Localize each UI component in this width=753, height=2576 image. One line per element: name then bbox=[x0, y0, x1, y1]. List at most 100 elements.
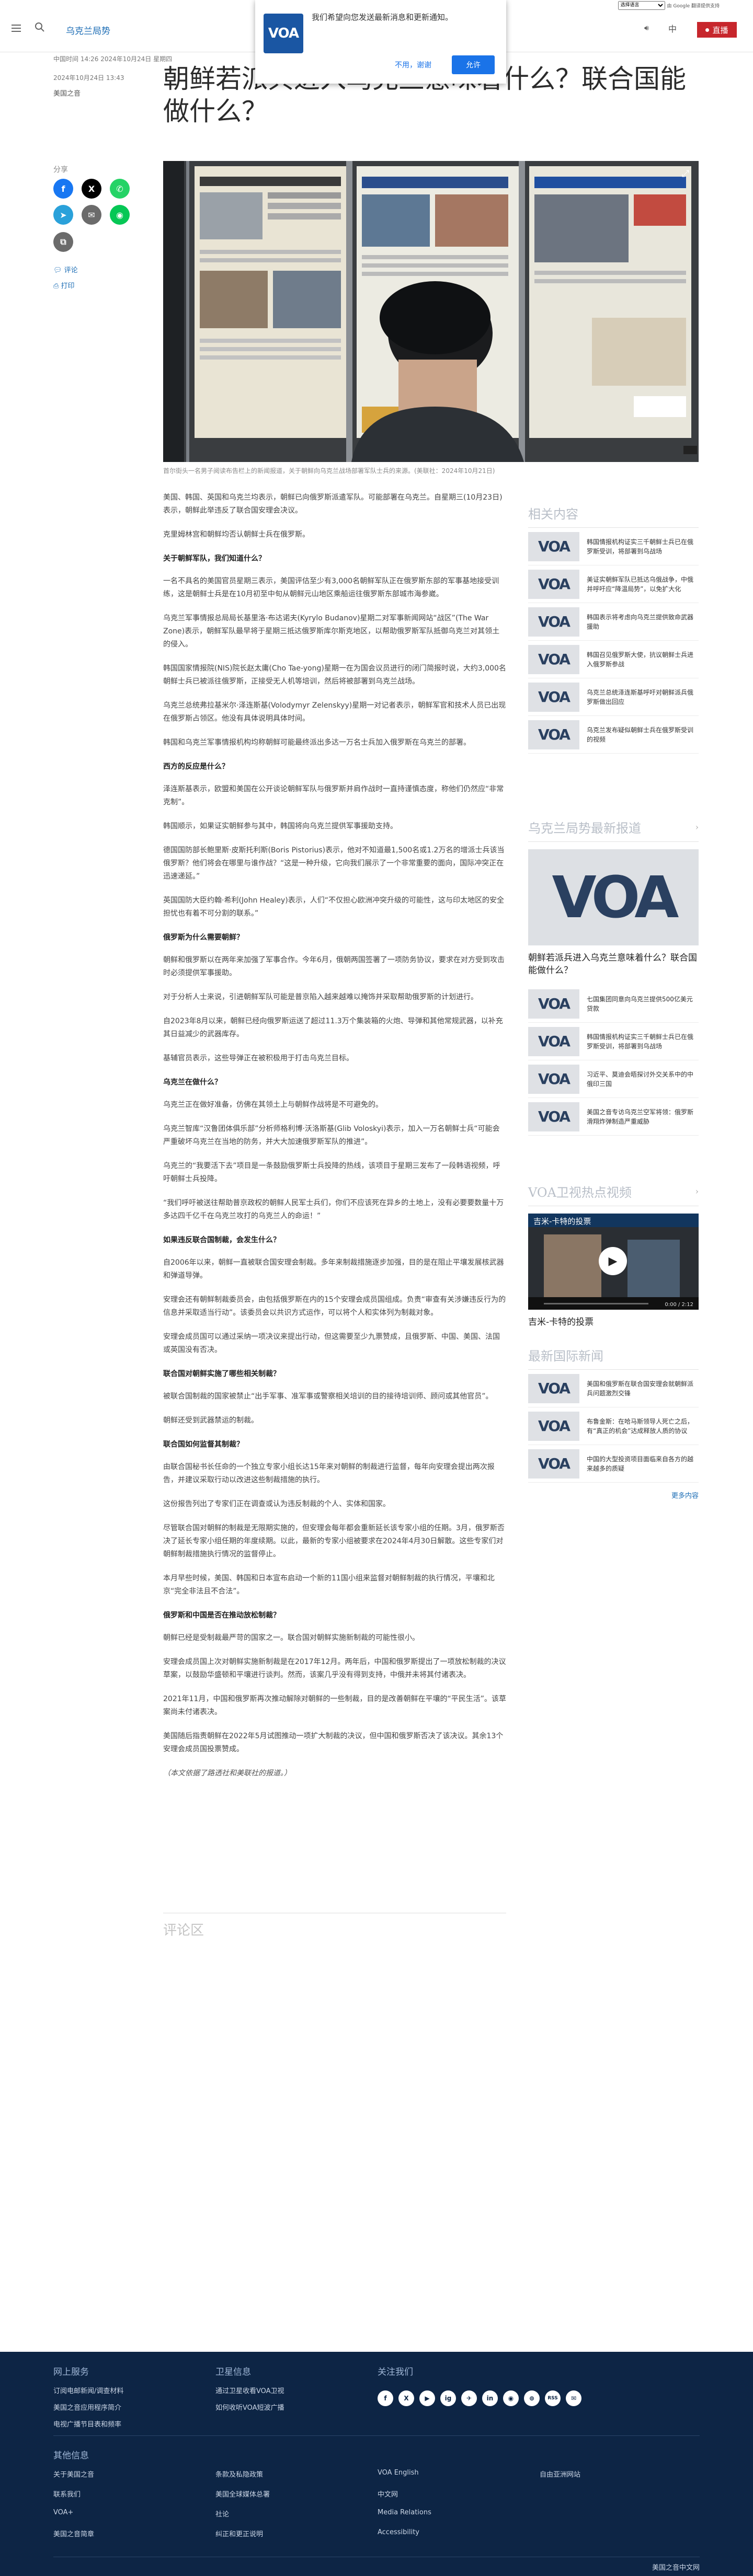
footer-link[interactable]: 联系我们 bbox=[53, 2489, 81, 2499]
article-subheading: 联合国对朝鲜实施了哪些相关制裁？ bbox=[163, 1370, 280, 1378]
more-link[interactable]: 更多内容 bbox=[528, 1490, 699, 1500]
video-player[interactable]: 吉米-卡特的投票 ▶ 0:00 / 2:12 bbox=[528, 1214, 699, 1310]
section-link[interactable]: 乌克兰局势 bbox=[66, 24, 110, 37]
list-item-title: 美证实朝鲜军队已抵达乌俄战争，中俄并呼吁应“降温局势”，以免扩大化 bbox=[587, 575, 694, 593]
footer-link[interactable]: 关于美国之音 bbox=[53, 2469, 94, 2479]
footer-link[interactable]: VOA+ bbox=[53, 2509, 73, 2516]
social-icon[interactable]: ✉ bbox=[566, 2390, 581, 2406]
x-icon[interactable]: X bbox=[82, 179, 101, 199]
lead-headline[interactable]: 朝鲜若派兵进入乌克兰意味着什么？联合国能做什么？ bbox=[528, 952, 699, 977]
search-icon[interactable] bbox=[35, 22, 45, 32]
print-link[interactable]: ⎙ 打印 bbox=[53, 280, 75, 290]
footer-link[interactable]: 通过卫星收看VOA卫视 bbox=[215, 2385, 284, 2395]
article-subheading: 乌克兰在做什么？ bbox=[163, 1078, 222, 1087]
footer-link[interactable]: 条款及私隐政策 bbox=[215, 2469, 263, 2479]
language-switch[interactable]: 中 bbox=[668, 22, 677, 34]
list-item[interactable]: VOA 韩国召见俄罗斯大使，抗议朝鲜士兵进入俄罗斯参战 bbox=[528, 641, 699, 678]
list-item[interactable]: VOA 美证实朝鲜军队已抵达乌俄战争，中俄并呼吁应“降温局势”，以免扩大化 bbox=[528, 565, 699, 603]
video-caption[interactable]: 吉米-卡特的投票 bbox=[528, 1316, 699, 1329]
list-item-title: 七国集团同意向乌克兰提供500亿美元贷款 bbox=[587, 995, 693, 1012]
footer-link[interactable]: 美国全球媒体总署 bbox=[215, 2489, 270, 2499]
article-paragraph: 朝鲜和俄罗斯以在两年来加强了军事合作。今年6月，俄朝两国签署了一项防务协议，要求… bbox=[163, 956, 505, 977]
social-icon[interactable]: ◉ bbox=[503, 2390, 519, 2406]
site-footer: 网上服务 订阅电邮新闻/调查材料 美国之音应用程序简介 电视广播节目表和频率 卫… bbox=[0, 2352, 753, 2576]
article-paragraph: 克里姆林宫和朝鲜均否认朝鲜士兵在俄罗斯。 bbox=[163, 530, 310, 539]
article-subheading: 俄罗斯和中国是否在推动放松制裁？ bbox=[163, 1611, 280, 1620]
social-icon[interactable]: ⊚ bbox=[524, 2390, 540, 2406]
audio-icon[interactable]: 🔊︎ bbox=[644, 24, 649, 32]
live-dot-icon bbox=[705, 28, 710, 32]
footer-link[interactable]: 美国之音应用程序简介 bbox=[53, 2402, 121, 2412]
footer-link[interactable]: 电视广播节目表和频率 bbox=[53, 2419, 121, 2429]
related-section: 相关内容 VOA 韩国情报机构证实三千朝鲜士兵已在俄罗斯受训，将部署到乌战场 VOA… bbox=[528, 504, 699, 754]
social-icon[interactable]: X bbox=[398, 2390, 414, 2406]
language-select[interactable]: 选择语言 bbox=[618, 1, 665, 10]
list-item[interactable]: VOA 美国之音专访乌克兰空军将领：俄罗斯滑翔炸弹制造严重威胁 bbox=[528, 1098, 699, 1136]
list-item[interactable]: VOA 乌克兰总统泽连斯基呼吁对朝鲜派兵俄罗斯做出回应 bbox=[528, 678, 699, 716]
line-icon[interactable]: ◉ bbox=[110, 205, 130, 225]
list-item-title: 美国之音专访乌克兰空军将领：俄罗斯滑翔炸弹制造严重威胁 bbox=[587, 1108, 694, 1125]
social-icon[interactable]: RSS bbox=[545, 2390, 561, 2406]
whatsapp-icon[interactable]: ✆ bbox=[110, 179, 130, 199]
voa-logo: VOA bbox=[264, 14, 303, 53]
list-item[interactable]: VOA 韩国表示将考虑向乌克兰提供致命武器援助 bbox=[528, 603, 699, 641]
thumbnail: VOA bbox=[528, 1411, 579, 1441]
list-item[interactable]: VOA 韩国情报机构证实三千朝鲜士兵已在俄罗斯受训，将部署到乌战场 bbox=[528, 528, 699, 565]
article-subheading: 如果违反联合国制裁，会发生什么？ bbox=[163, 1236, 280, 1244]
footer-other-title: 其他信息 bbox=[53, 2451, 89, 2461]
list-item[interactable]: VOA 布鲁金斯：在哈马斯领导人死亡之后，有“真正的机会”达成释放人质的协议 bbox=[528, 1407, 699, 1445]
world-section: 最新国际新闻 VOA 美国和俄罗斯在联合国安理会就朝鲜派兵问题激烈交锋 VOA 布鲁金… bbox=[528, 1346, 699, 1500]
list-item[interactable]: VOA 中国的大型投资项目面临来自各方的越来越多的质疑 bbox=[528, 1445, 699, 1483]
social-icon[interactable]: ig bbox=[440, 2390, 456, 2406]
live-button[interactable]: 直播 bbox=[697, 22, 737, 38]
social-icon[interactable]: ▶ bbox=[419, 2390, 435, 2406]
footer-link[interactable]: 如何收听VOA短波广播 bbox=[215, 2402, 284, 2412]
footer-link[interactable]: 美国之音简章 bbox=[53, 2528, 94, 2538]
comments-title: 评论区 bbox=[163, 1913, 506, 1939]
article-paragraph: 德国国防部长鲍里斯·皮斯托利斯(Boris Pistorius)表示，他对不知道… bbox=[163, 846, 505, 881]
comment-label: 评论 bbox=[64, 267, 78, 274]
article-paragraph: 由联合国秘书长任命的一个独立专家小组长达15年来对朝鲜的制裁进行监督，每年向安理… bbox=[163, 1463, 495, 1484]
social-icon[interactable]: ✈ bbox=[461, 2390, 477, 2406]
article-paragraph: 美国随后指责朝鲜在2022年5月试图推动一项扩大制裁的决议，但中国和俄罗斯否决了… bbox=[163, 1732, 504, 1753]
list-item[interactable]: VOA 韩国情报机构证实三千朝鲜士兵已在俄罗斯受训，将部署到乌战场 bbox=[528, 1023, 699, 1060]
telegram-icon[interactable]: ➤ bbox=[53, 205, 73, 225]
video-title[interactable]: VOA卫视热点视频 › bbox=[528, 1182, 699, 1206]
thumbnail: VOA bbox=[528, 989, 579, 1019]
footer-link[interactable]: Media Relations bbox=[378, 2509, 431, 2516]
world-list: VOA 美国和俄罗斯在联合国安理会就朝鲜派兵问题激烈交锋 VOA 布鲁金斯：在哈马斯领… bbox=[528, 1370, 699, 1483]
notification-prompt: VOA 我们希望向您发送最新消息和更新通知。 不用，谢谢 允许 bbox=[255, 0, 506, 84]
decline-button[interactable]: 不用，谢谢 bbox=[388, 55, 438, 74]
footer-link[interactable]: 社论 bbox=[215, 2509, 229, 2519]
thumbnail: VOA bbox=[528, 1373, 579, 1403]
social-icon[interactable]: in bbox=[482, 2390, 498, 2406]
email-icon[interactable]: ✉ bbox=[82, 205, 101, 225]
copy-link-icon[interactable]: ⧉ bbox=[53, 232, 73, 252]
footer-link[interactable]: VOA English bbox=[378, 2469, 419, 2477]
list-item[interactable]: VOA 习近平、莫迪会晤探讨外交关系中的中俄印三国 bbox=[528, 1060, 699, 1098]
list-item[interactable]: VOA 七国集团同意向乌克兰提供500亿美元贷款 bbox=[528, 985, 699, 1023]
world-title[interactable]: 最新国际新闻 bbox=[528, 1346, 699, 1370]
allow-button[interactable]: 允许 bbox=[452, 55, 495, 74]
latest-ukraine-title[interactable]: 乌克兰局势最新报道 › bbox=[528, 818, 699, 842]
play-icon[interactable]: ▶ bbox=[599, 1247, 627, 1275]
menu-icon[interactable] bbox=[12, 25, 21, 32]
fullscreen-icon[interactable]: ⤢ bbox=[682, 168, 689, 179]
image-caption: 首尔街头一名男子阅读布告栏上的新闻报道，关于朝鲜向乌克兰战场部署军队士兵的来源。… bbox=[163, 467, 495, 475]
lead-thumbnail[interactable]: VOA bbox=[528, 849, 699, 945]
social-icon[interactable]: f bbox=[378, 2390, 393, 2406]
article-body: 美国、韩国、英国和乌克兰均表示，朝鲜已向俄罗斯派遣军队。可能部署在乌克兰。自星期… bbox=[163, 491, 506, 1791]
footer-link[interactable]: 订阅电邮新闻/调查材料 bbox=[53, 2385, 123, 2395]
list-item[interactable]: VOA 乌克兰发布疑似朝鲜士兵在俄罗斯受训的视频 bbox=[528, 716, 699, 754]
footer-link[interactable]: 中文网 bbox=[378, 2489, 398, 2499]
footer-link[interactable]: 纠正和更正说明 bbox=[215, 2528, 263, 2538]
footer-link[interactable]: Accessibility bbox=[378, 2528, 419, 2536]
article-paragraph: 乌克兰总统弗拉基米尔·泽连斯基(Volodymyr Zelenskyy)星期一对… bbox=[163, 701, 506, 723]
article-paragraph: 自2023年8月以来，朝鲜已经向俄罗斯运送了超过11.3万个集装箱的火炮、导弹和… bbox=[163, 1017, 503, 1038]
facebook-icon[interactable]: f bbox=[53, 179, 73, 199]
footer-link[interactable]: 自由亚洲网站 bbox=[540, 2469, 580, 2479]
list-item[interactable]: VOA 美国和俄罗斯在联合国安理会就朝鲜派兵问题激烈交锋 bbox=[528, 1370, 699, 1407]
list-item-title: 中国的大型投资项目面临来自各方的越来越多的质疑 bbox=[587, 1455, 694, 1472]
comment-link[interactable]: 💬︎ 评论 bbox=[53, 264, 78, 274]
article-paragraph: 英国国防大臣约翰·希利(John Healey)表示，人们“不仅担心欧洲冲突升级… bbox=[163, 896, 505, 918]
